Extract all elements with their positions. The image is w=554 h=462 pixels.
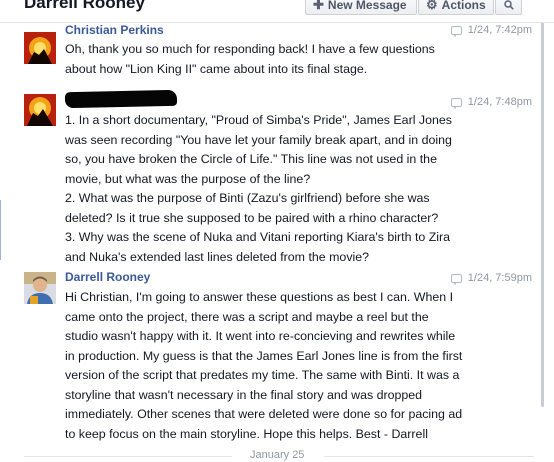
sender-name[interactable]: Darrell Rooney	[65, 270, 150, 284]
conversation-header: Darrell Rooney ✚ New Message ⚙ Actions	[0, 0, 554, 23]
message-line: Oh, thank you so much for responding bac…	[65, 42, 435, 56]
sender-name[interactable]: Christian Perkins	[65, 23, 164, 37]
message-line: about how "Lion King II" came about into…	[65, 61, 368, 76]
new-message-button[interactable]: ✚ New Message	[305, 0, 417, 15]
new-message-label: New Message	[327, 0, 407, 12]
message-line: came onto the project, there was a scrip…	[65, 309, 429, 324]
message-body: Oh, thank you so much for responding bac…	[65, 40, 515, 79]
search-button[interactable]	[495, 0, 522, 15]
date-divider-label: January 25	[250, 449, 305, 461]
message-line: studio wasn't happy with it. It went int…	[65, 329, 456, 343]
avatar[interactable]	[24, 272, 56, 304]
message-line: version of the script that predates my t…	[65, 368, 460, 382]
plus-icon: ✚	[313, 0, 324, 12]
divider-line	[24, 456, 232, 457]
scrollbar[interactable]	[541, 22, 544, 407]
message-line: Hi Christian, I'm going to answer these …	[65, 290, 454, 304]
message-bubble-icon	[450, 273, 462, 285]
actions-label: Actions	[441, 0, 486, 12]
message-line: movie, but what was the purpose of the l…	[65, 171, 311, 186]
message-timestamp: 1/24, 7:59pm	[450, 272, 532, 285]
message-timestamp: 1/24, 7:42pm	[450, 24, 532, 37]
message-line: in production. My guess is that the Jame…	[65, 348, 463, 363]
redacted-sender-name	[64, 89, 178, 109]
message-bubble-icon	[450, 25, 462, 37]
message-item: 1/24, 7:48pm 1. In a short documentary, …	[24, 89, 534, 267]
message-line: and Nuka's extended last lines deleted f…	[65, 249, 370, 264]
message-item: Christian Perkins 1/24, 7:42pm Oh, thank…	[24, 22, 534, 82]
message-bubble-icon	[450, 97, 462, 109]
message-body: Hi Christian, I'm going to answer these …	[65, 288, 515, 444]
date-divider: January 25	[24, 448, 534, 462]
left-divider	[0, 200, 1, 260]
avatar[interactable]	[24, 94, 56, 126]
message-line: to keep focus on the main storyline. Hop…	[65, 426, 428, 441]
search-icon	[503, 0, 514, 10]
message-line: was seen recording "You have let your fa…	[65, 132, 452, 147]
avatar[interactable]	[24, 32, 56, 64]
message-timestamp: 1/24, 7:48pm	[450, 96, 532, 109]
message-line: 1. In a short documentary, "Proud of Sim…	[65, 113, 452, 127]
message-line: immediately. Other scenes that were dele…	[65, 407, 463, 421]
message-line: deleted? Is it true she supposed to be p…	[65, 210, 439, 225]
message-item: Darrell Rooney 1/24, 7:59pm Hi Christian…	[24, 270, 534, 441]
gear-icon: ⚙	[426, 0, 438, 12]
message-line: so, you have broken the Circle of Life."…	[65, 152, 437, 166]
divider-line	[324, 456, 534, 457]
message-line: storyline that wasn't necessary in the f…	[65, 387, 423, 402]
message-body: 1. In a short documentary, "Proud of Sim…	[65, 111, 515, 267]
message-line: 2. What was the purpose of Binti (Zazu's…	[65, 191, 430, 205]
actions-button[interactable]: ⚙ Actions	[418, 0, 494, 15]
conversation-title: Darrell Rooney	[24, 0, 145, 12]
message-line: 3. Why was the scene of Nuka and Vitani …	[65, 230, 451, 244]
